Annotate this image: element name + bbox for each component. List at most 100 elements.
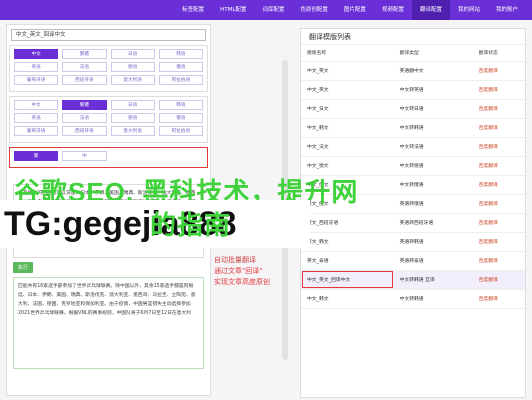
lang-button[interactable]: 韩语 [158, 100, 203, 110]
nav-item[interactable]: HTML配置 [212, 0, 254, 20]
table-cell: 英语转俄语 [393, 194, 473, 214]
table-cell: 英语转泰语 [393, 251, 473, 271]
table-row[interactable]: 中文_日文 中文转日语 百度翻译 [301, 99, 525, 119]
table-cell: 百度翻译 [472, 99, 525, 119]
column-header: 模版名称 [301, 45, 394, 62]
table-row[interactable]: 中文_韩文 中文转韩语 百度翻译 [301, 289, 525, 309]
lang-button[interactable]: 英语 [14, 62, 59, 72]
table-row[interactable]: 中文_德文 中文转德语 百度翻译 [301, 156, 525, 176]
table-cell: 中文_英文_回译中文 [301, 270, 394, 290]
lang-button[interactable]: 日语 [110, 100, 155, 110]
table-cell: 中文转韩语 [393, 289, 473, 309]
lang-button[interactable]: 繁體 [62, 100, 107, 110]
lang-button[interactable]: 葡萄牙语 [14, 75, 59, 85]
lang-button[interactable]: 法语 [62, 62, 107, 72]
top-nav: 标签配置 HTML配置 词库配置 色原创配置 图片配置 视频配置 翻译配置 我的网站 我的账户 [0, 0, 532, 20]
lang-button[interactable]: 中文 [14, 49, 59, 59]
table-cell: 百度翻译 [472, 251, 525, 271]
lang-button[interactable]: 韩语 [158, 49, 203, 59]
table-cell: 百度翻译 [472, 156, 525, 176]
lang-button[interactable]: 西班牙语 [62, 75, 107, 85]
panel-title: 翻译模版列表 [301, 29, 525, 45]
table-row[interactable]: 英文_俄文 英语转俄语 百度翻译 [301, 194, 525, 214]
nav-item[interactable]: 色原创配置 [292, 0, 336, 20]
nav-item[interactable]: 图片配置 [336, 0, 374, 20]
table-cell: 英文_俄文 [301, 194, 394, 214]
table-row[interactable]: 中文_英文 英语翻中文 百度翻译 [301, 61, 525, 81]
table-cell: 百度翻译 [472, 137, 525, 157]
lang-button[interactable]: 英语 [14, 113, 59, 123]
table-cell: 英文_泰语 [301, 251, 394, 271]
nav-item[interactable]: 我的账户 [488, 0, 526, 20]
left-panel: 中文_英文_回译中文 中文 繁體 日语 韩语 英语 法语 德语 俄语 葡萄牙语 西班牙语 意大利语阿… [6, 24, 211, 396]
table-row[interactable]: 英文_韩文 英语转韩语 百度翻译 [301, 232, 525, 252]
table-cell: 英文_韩文 [301, 232, 394, 252]
table-cell: 百度翻译 [472, 61, 525, 81]
table-cell: 百度翻译 [472, 175, 525, 195]
table-cell: 中文_法文 [301, 137, 394, 157]
source-textarea[interactable]: ，英格兰的回顾也可以说是，日本：伊朗、美国、瑞典、斯洛伐克、澳大利亚、墨西哥、乌… [13, 184, 204, 258]
table-cell: 英文_西班牙语 [301, 213, 394, 233]
table-cell: 中文_日文 [301, 99, 394, 119]
promo-line: 实现文章高度原创 [214, 278, 270, 286]
lang-button[interactable]: 德语 [110, 113, 155, 123]
run-button[interactable]: 执行 [13, 262, 33, 273]
lang-button[interactable]: 日语 [110, 49, 155, 59]
table-cell: 中文_英文 [301, 80, 394, 100]
table-cell: 中文转英语 [393, 80, 473, 100]
table-cell: 英语转韩语 [393, 232, 473, 252]
lang-button[interactable]: 繁 [14, 151, 59, 161]
lang-button[interactable]: 西班牙语 [62, 126, 107, 136]
table-row[interactable]: 英文_西班牙语 英语转西班牙语 百度翻译 [301, 213, 525, 233]
table-cell: 英语转西班牙语 [393, 213, 473, 233]
nav-item[interactable]: 我的网站 [450, 0, 488, 20]
lang-button[interactable]: 葡萄牙语 [14, 126, 59, 136]
table-cell: 中文_韩文 [301, 289, 394, 309]
nav-item[interactable]: 视频配置 [374, 0, 412, 20]
template-list-panel: 翻译模版列表 模版名称 翻译类型 翻译状态 中文_英文 英语翻中文 百度翻译 中文_英文中… [300, 28, 526, 398]
lang-button[interactable]: 中 [62, 151, 107, 161]
table-row[interactable]: 中文_俄文 中文转俄语 百度翻译 [301, 175, 525, 195]
table-cell: 百度翻译 [472, 289, 525, 309]
table-cell: 中文_俄文 [301, 175, 394, 195]
table-cell: 百度翻译 [472, 194, 525, 214]
textbox-toolbar [7, 172, 210, 180]
table-cell: 英语翻中文 [393, 61, 473, 81]
promo-line: 自动批量翻译 [214, 256, 256, 264]
nav-item[interactable]: 词库配置 [254, 0, 292, 20]
promo-line: 通过文章"回译" [214, 267, 263, 275]
convert-block: 繁中 [9, 147, 208, 168]
table-cell: 中文转日语 [393, 99, 473, 119]
lang-button[interactable]: 法语 [62, 113, 107, 123]
nav-item[interactable]: 标签配置 [174, 0, 212, 20]
nav-item[interactable]: 翻译配置 [411, 0, 450, 20]
table-cell: 中文_德文 [301, 156, 394, 176]
lang-button[interactable]: 俄语 [158, 113, 203, 123]
lang-button[interactable]: 俄语 [158, 62, 203, 72]
lang-button[interactable]: 德语 [110, 62, 155, 72]
column-header: 翻译类型 [393, 45, 473, 62]
promo-text: 自动批量翻译 通过文章"回译" 实现文章高度原创 [214, 255, 304, 288]
lang-button[interactable]: 阿拉伯语 [158, 75, 203, 85]
template-select[interactable]: 中文_英文_回译中文 [11, 29, 206, 41]
column-header: 翻译状态 [472, 45, 525, 62]
table-row[interactable]: 英文_泰语 英语转泰语 百度翻译 [301, 251, 525, 271]
table-cell: 中文_英文 [301, 61, 394, 81]
scrollbar[interactable] [282, 60, 288, 360]
table-cell: 中文转俄语 [393, 175, 473, 195]
table-row[interactable]: 中文_法文 中文转法语 百度翻译 [301, 137, 525, 157]
table-row[interactable]: 中文_韩文 中文转韩语 百度翻译 [301, 118, 525, 138]
table-cell: 百度翻译 [472, 232, 525, 252]
lang-button[interactable]: 繁體 [62, 49, 107, 59]
lang-button[interactable]: 意大利语 [110, 75, 155, 85]
result-textarea[interactable]: 匹能共有16家选手部参加了世界乒乓球联赛。除中国以外，其余15家选手都是阿根廷、… [13, 277, 204, 369]
target-lang-block: 中文 繁體 日语 韩语英语 法语 德语 俄语葡萄牙语 西班牙语 意大利语 阿拉伯语 [9, 96, 208, 143]
table-cell: 中文转德语 [393, 156, 473, 176]
table-cell: 百度翻译 [472, 80, 525, 100]
lang-button[interactable]: 中文 [14, 100, 59, 110]
lang-button[interactable]: 意大利语 [110, 126, 155, 136]
table-row[interactable]: 中文_英文 中文转英语 百度翻译 [301, 80, 525, 100]
table-row[interactable]: 中文_英文_回译中文 中文转韩语 互译 百度翻译 [301, 270, 525, 290]
lang-button[interactable]: 阿拉伯语 [158, 126, 203, 136]
table-cell: 中文转法语 [393, 137, 473, 157]
